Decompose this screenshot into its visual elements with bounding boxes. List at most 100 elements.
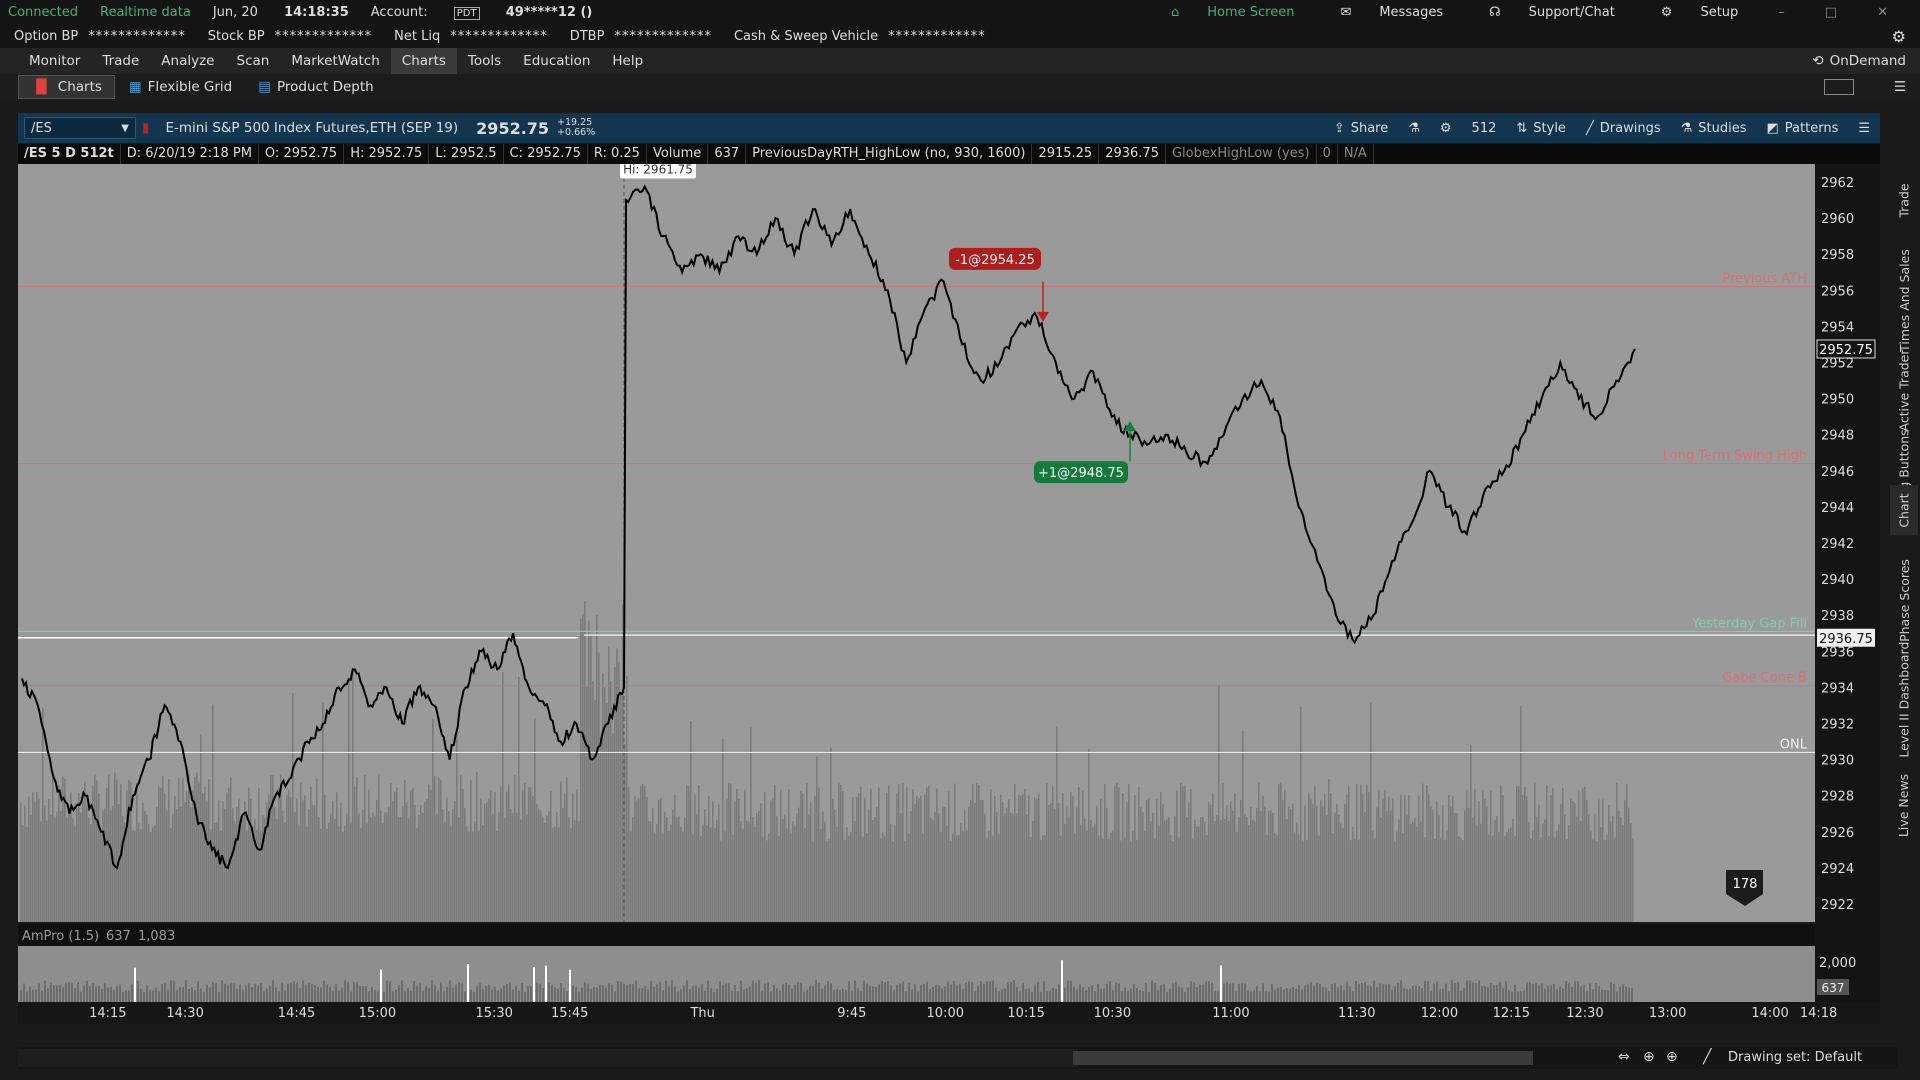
volume-bar xyxy=(770,800,772,922)
minimize-button[interactable]: – xyxy=(1778,5,1785,20)
study-bar xyxy=(29,986,31,1002)
volume-bar xyxy=(1610,821,1612,922)
study-bar xyxy=(395,990,397,1002)
menu-monitor[interactable]: Monitor xyxy=(18,48,91,74)
symbol-input[interactable]: /ES ▼ xyxy=(24,117,136,139)
chart-settings-button[interactable]: ⚙ xyxy=(1430,121,1462,136)
study-bar xyxy=(1607,989,1609,1002)
studies-button[interactable]: ⚗ Studies xyxy=(1671,121,1757,136)
volume-bar xyxy=(1624,800,1626,922)
study-bar xyxy=(1256,985,1258,1002)
volume-bar xyxy=(1136,840,1138,922)
volume-bar xyxy=(52,772,54,922)
share-button[interactable]: ⇪ Share xyxy=(1324,121,1398,136)
style-button[interactable]: ⇅ Style xyxy=(1506,121,1576,136)
volume-bar xyxy=(616,648,618,922)
study-bar xyxy=(767,982,769,1002)
study-bar xyxy=(245,985,247,1002)
sidebar-tab-level-ii[interactable]: Level II xyxy=(1890,710,1918,760)
patterns-button[interactable]: ◩ Patterns xyxy=(1757,121,1849,136)
account-selector[interactable]: Account: PDT 49*****12 () xyxy=(371,5,592,20)
volume-bar xyxy=(1066,805,1068,922)
menu-education[interactable]: Education xyxy=(512,48,601,74)
zoom-in-icon[interactable]: ⊕ xyxy=(1666,1049,1678,1065)
chart-canvas[interactable]: Previous ATHLong Term Swing HighYesterda… xyxy=(18,147,1880,1024)
sidebar-tab-times-and-sales[interactable]: Times And Sales xyxy=(1890,249,1918,352)
connection-status: Connected xyxy=(8,4,79,20)
drawings-button[interactable]: ╱ Drawings xyxy=(1576,121,1671,136)
expand-icon[interactable]: ⤢ xyxy=(1825,147,1838,166)
volume-bar xyxy=(240,822,242,922)
scrollbar-thumb[interactable] xyxy=(1073,1051,1533,1065)
study-bar xyxy=(896,984,898,1002)
setup-button[interactable]: ⚙ Setup xyxy=(1661,5,1761,20)
pencil-icon[interactable]: ╱ xyxy=(1703,1049,1711,1065)
study-bar xyxy=(1016,986,1018,1002)
bookmark-icon[interactable]: ▮ xyxy=(142,120,149,136)
menu-lines-icon[interactable]: ☰ xyxy=(1894,79,1906,95)
layout-icon[interactable] xyxy=(1824,79,1854,95)
study-bar xyxy=(1130,988,1132,1002)
close-button[interactable]: ✕ xyxy=(1877,5,1888,20)
home-screen-button[interactable]: ⌂ Home Screen xyxy=(1171,5,1316,20)
volume-bar xyxy=(552,827,554,922)
volume-bar xyxy=(1318,835,1320,922)
maximize-button[interactable]: □ xyxy=(1825,5,1837,20)
study-bar xyxy=(572,985,574,1002)
menu-marketwatch[interactable]: MarketWatch xyxy=(280,48,390,74)
study-bar xyxy=(920,985,922,1002)
ondemand-button[interactable]: ⟲ OnDemand xyxy=(1812,53,1906,69)
study-bar xyxy=(695,985,697,1002)
volume-bar xyxy=(1242,731,1244,922)
volume-bar xyxy=(774,784,776,922)
volume-bar xyxy=(1170,835,1172,922)
price-chart[interactable]: Previous ATH Long Term Swing High Yesterda… xyxy=(18,147,1880,1024)
chart-menu-button[interactable]: ☰ xyxy=(1848,121,1880,136)
study-bar xyxy=(1025,988,1027,1002)
volume-bar xyxy=(836,826,838,922)
volume-bar xyxy=(172,813,174,922)
sidebar-tab-live-news[interactable]: Live News xyxy=(1890,770,1918,840)
menu-analyze[interactable]: Analyze xyxy=(150,48,225,74)
tab-product-depth[interactable]: ▤ Product Depth xyxy=(246,75,385,99)
tab-charts[interactable]: ▐▌ Charts xyxy=(18,75,115,99)
support-chat-button[interactable]: ☊ Support/Chat xyxy=(1489,5,1637,20)
scroll-track[interactable] xyxy=(18,1049,1078,1067)
option-bp-label[interactable]: Option BP xyxy=(14,29,78,44)
volume-bar xyxy=(322,702,324,922)
tab-flexible-grid[interactable]: ▦ Flexible Grid xyxy=(117,75,244,99)
menu-help[interactable]: Help xyxy=(601,48,654,74)
study-bar xyxy=(89,986,91,1002)
pan-icon[interactable]: ⇔ xyxy=(1618,1049,1630,1065)
net-liq-label[interactable]: Net Liq xyxy=(394,29,440,44)
volume-bar xyxy=(1088,748,1090,922)
volume-bar xyxy=(1418,795,1420,922)
drawing-set-label[interactable]: Drawing set: Default xyxy=(1728,1050,1862,1065)
volume-bar xyxy=(536,803,538,922)
volume-bar xyxy=(148,823,150,922)
volume-bar xyxy=(286,794,288,922)
sidebar-tab-dashboard[interactable]: Dashboard xyxy=(1890,635,1918,715)
study-bar xyxy=(1319,983,1321,1002)
volume-bar xyxy=(528,786,530,922)
menu-charts[interactable]: Charts xyxy=(390,48,457,74)
menu-scan[interactable]: Scan xyxy=(226,48,281,74)
hi-label: Hi: 2961.75 xyxy=(623,164,693,177)
tick-aggregation-button[interactable]: 512 xyxy=(1462,121,1507,136)
sidebar-tab-trade[interactable]: Trade xyxy=(1890,170,1918,230)
menu-trade[interactable]: Trade xyxy=(91,48,150,74)
info-symbol[interactable]: /ES 5 D 512t xyxy=(18,144,121,164)
study-bar xyxy=(1523,990,1525,1002)
study-bar xyxy=(1577,981,1579,1002)
sidebar-tab-chart[interactable]: Chart xyxy=(1890,485,1918,535)
messages-button[interactable]: ✉ Messages xyxy=(1340,5,1465,20)
study-bar xyxy=(1220,965,1222,1002)
study-bar xyxy=(1259,991,1261,1002)
volume-bar xyxy=(788,789,790,922)
flask-button[interactable]: ⚗ xyxy=(1398,121,1430,136)
sidebar-tab-phase-scores[interactable]: Phase Scores xyxy=(1890,555,1918,645)
settings-gear-icon[interactable]: ⚙ xyxy=(1892,27,1906,46)
volume-bar xyxy=(452,809,454,922)
menu-tools[interactable]: Tools xyxy=(457,48,512,74)
crosshair-icon[interactable]: ⊕ xyxy=(1643,1049,1655,1065)
